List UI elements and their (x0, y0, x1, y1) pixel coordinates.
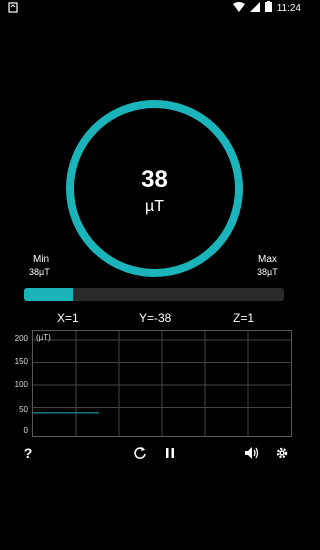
gauge-unit: µT (145, 198, 164, 215)
clock-text: 11:24 (276, 2, 301, 14)
pause-icon[interactable] (162, 444, 178, 462)
settings-icon[interactable] (274, 444, 290, 462)
graph-unit-label: (µT) (36, 333, 51, 342)
y-tick-label: 150 (14, 357, 28, 366)
volume-icon[interactable] (243, 444, 261, 462)
status-bar: 11:24 (0, 0, 309, 16)
z-axis-value: Z=1 (233, 311, 255, 325)
y-tick-label: 200 (14, 334, 28, 343)
level-progress-bar (24, 288, 284, 301)
help-button[interactable]: ? (21, 444, 35, 462)
y-tick-label: 100 (14, 380, 28, 389)
min-label: Min (33, 254, 50, 265)
gauge: 38 µT (66, 100, 243, 277)
gauge-value: 38 (141, 166, 168, 193)
x-axis-value: X=1 (57, 311, 79, 325)
battery-icon (264, 1, 272, 15)
y-tick-label: 0 (23, 426, 28, 435)
min-value: 38µT (29, 267, 50, 277)
level-progress-fill (24, 288, 74, 301)
y-axis-value: Y=-38 (139, 311, 172, 325)
field-graph: (µT) (32, 330, 292, 437)
max-value: 38µT (257, 267, 278, 277)
refresh-icon[interactable] (132, 444, 148, 462)
max-label: Max (258, 254, 277, 265)
wifi-icon (232, 1, 245, 15)
y-tick-label: 50 (19, 405, 28, 414)
graph-plot-area (33, 331, 291, 436)
signal-icon (249, 1, 260, 15)
notification-icon (8, 2, 18, 16)
